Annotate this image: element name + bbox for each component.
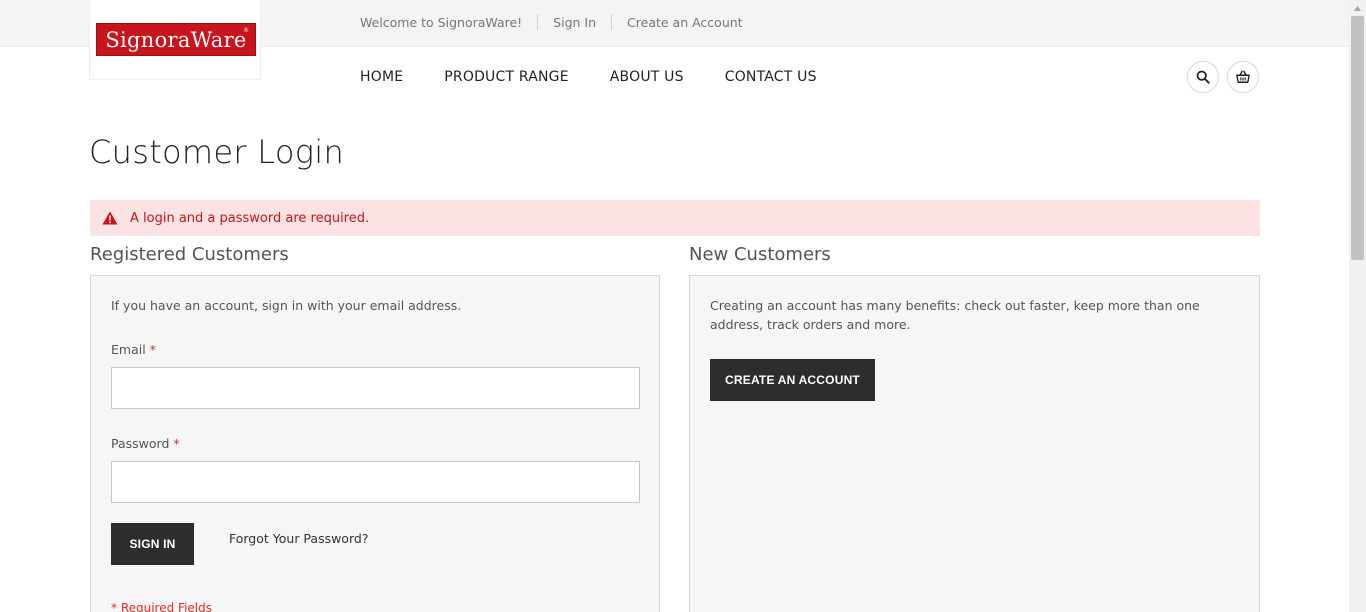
nav-item-home[interactable]: HOME <box>360 69 403 85</box>
welcome-text: Welcome to SignoraWare! <box>360 14 523 30</box>
email-field[interactable] <box>111 367 640 409</box>
main-nav: HOME PRODUCT RANGE ABOUT US CONTACT US <box>360 69 817 85</box>
required-asterisk: * <box>173 436 180 451</box>
forgot-password-link[interactable]: Forgot Your Password? <box>229 531 368 546</box>
password-field[interactable] <box>111 461 640 503</box>
divider <box>611 14 613 30</box>
scrollbar[interactable] <box>1349 0 1366 612</box>
nav-item-contact-us[interactable]: CONTACT US <box>725 69 817 85</box>
nav-item-about-us[interactable]: ABOUT US <box>610 69 684 85</box>
scrollbar-thumb[interactable] <box>1351 16 1364 260</box>
basket-icon <box>1236 70 1250 83</box>
password-label-text: Password <box>111 436 170 451</box>
divider <box>537 14 539 30</box>
search-button[interactable] <box>1187 61 1219 93</box>
logo-registered-mark: ® <box>243 27 249 34</box>
login-panel: If you have an account, sign in with you… <box>90 275 660 612</box>
email-label-text: Email <box>111 342 146 357</box>
create-account-button[interactable]: CREATE AN ACCOUNT <box>710 359 875 401</box>
password-label: Password * <box>111 436 180 451</box>
required-fields-note: * Required Fields <box>111 601 212 612</box>
scroll-up-arrow-icon[interactable] <box>1349 0 1366 16</box>
login-intro: If you have an account, sign in with you… <box>111 298 462 313</box>
required-asterisk: * <box>149 342 156 357</box>
sign-in-button[interactable]: SIGN IN <box>111 523 194 565</box>
logo-text: SignoraWare <box>105 27 247 52</box>
new-customers-text: Creating an account has many benefits: c… <box>710 298 1200 332</box>
registered-customers-title: Registered Customers <box>90 244 289 265</box>
email-label: Email * <box>111 342 156 357</box>
new-customers-panel: Creating an account has many benefits: c… <box>689 275 1260 612</box>
logo-container[interactable]: SignoraWare ® <box>89 0 261 80</box>
search-icon <box>1196 70 1210 84</box>
sign-in-link[interactable]: Sign In <box>553 15 596 30</box>
page-title: Customer Login <box>89 133 345 171</box>
error-text: A login and a password are required. <box>130 210 370 226</box>
error-message: A login and a password are required. <box>90 200 1260 236</box>
warning-icon <box>102 211 118 225</box>
nav-item-product-range[interactable]: PRODUCT RANGE <box>444 69 569 85</box>
header-links: Welcome to SignoraWare! Sign In Create a… <box>360 14 743 30</box>
create-account-link[interactable]: Create an Account <box>627 15 743 30</box>
new-customers-title: New Customers <box>689 244 831 265</box>
logo[interactable]: SignoraWare ® <box>96 23 256 56</box>
cart-button[interactable] <box>1227 61 1259 93</box>
